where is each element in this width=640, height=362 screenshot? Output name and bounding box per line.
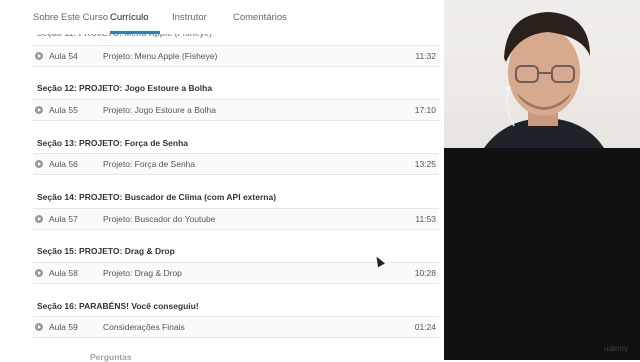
play-icon[interactable] bbox=[35, 323, 43, 331]
section-title: Seção 15: PROJETO: Drag & Drop bbox=[37, 246, 175, 256]
watermark-text: udemy bbox=[604, 344, 629, 353]
play-icon[interactable] bbox=[35, 160, 43, 168]
lesson-number: Aula 59 bbox=[49, 322, 78, 332]
lesson-title[interactable]: Projeto: Buscador do Youtube bbox=[103, 214, 215, 224]
video-backdrop bbox=[444, 148, 640, 360]
tab-comentarios[interactable]: Comentários bbox=[233, 12, 287, 23]
active-tab-indicator bbox=[110, 31, 160, 34]
curriculum-panel: Seção 11: PROJETO: Menu Apple (Fisheye) … bbox=[0, 0, 444, 362]
lesson-row[interactable]: Aula 57 Projeto: Buscador do Youtube 11:… bbox=[33, 208, 439, 230]
tab-instrutor[interactable]: Instrutor bbox=[172, 12, 207, 23]
play-icon[interactable] bbox=[35, 215, 43, 223]
lesson-duration: 10:28 bbox=[414, 268, 436, 278]
lesson-number: Aula 54 bbox=[49, 51, 78, 61]
play-icon[interactable] bbox=[35, 106, 43, 114]
lesson-duration: 13:25 bbox=[414, 159, 436, 169]
presenter-video bbox=[484, 12, 604, 148]
partial-heading: Perguntas bbox=[90, 352, 132, 362]
play-icon[interactable] bbox=[35, 52, 43, 60]
lesson-duration: 11:32 bbox=[415, 51, 436, 61]
lesson-title[interactable]: Considerações Finais bbox=[103, 322, 185, 332]
lesson-number: Aula 58 bbox=[49, 268, 78, 278]
lesson-row[interactable]: Aula 55 Projeto: Jogo Estoure a Bolha 17… bbox=[33, 99, 439, 121]
lesson-number: Aula 57 bbox=[49, 214, 78, 224]
lesson-number: Aula 55 bbox=[49, 105, 78, 115]
play-icon[interactable] bbox=[35, 269, 43, 277]
section-title: Seção 16: PARABÉNS! Você conseguiu! bbox=[37, 301, 199, 311]
lesson-row[interactable]: Aula 54 Projeto: Menu Apple (Fisheye) 11… bbox=[33, 45, 439, 67]
lesson-duration: 11:53 bbox=[415, 214, 436, 224]
tab-curriculo[interactable]: Currículo bbox=[110, 12, 149, 23]
section-title: Seção 12: PROJETO: Jogo Estoure a Bolha bbox=[37, 83, 213, 93]
lesson-duration: 01:24 bbox=[414, 322, 436, 332]
tab-sobre[interactable]: Sobre Este Curso bbox=[33, 12, 108, 23]
section-title: Seção 14: PROJETO: Buscador de Clima (co… bbox=[37, 192, 277, 202]
section-title: Seção 13: PROJETO: Força de Senha bbox=[37, 138, 189, 148]
lesson-title[interactable]: Projeto: Menu Apple (Fisheye) bbox=[103, 51, 217, 61]
lesson-title[interactable]: Projeto: Jogo Estoure a Bolha bbox=[103, 105, 216, 115]
lesson-title[interactable]: Projeto: Drag & Drop bbox=[103, 268, 182, 278]
course-tabs: Sobre Este Curso Currículo Instrutor Com… bbox=[0, 0, 444, 34]
lesson-duration: 17:10 bbox=[414, 105, 436, 115]
lesson-row[interactable]: Aula 59 Considerações Finais 01:24 bbox=[33, 316, 439, 338]
webcam-overlay bbox=[444, 0, 640, 148]
lesson-row[interactable]: Aula 56 Projeto: Força de Senha 13:25 bbox=[33, 153, 439, 175]
lesson-title[interactable]: Projeto: Força de Senha bbox=[103, 159, 195, 169]
lesson-number: Aula 56 bbox=[49, 159, 78, 169]
